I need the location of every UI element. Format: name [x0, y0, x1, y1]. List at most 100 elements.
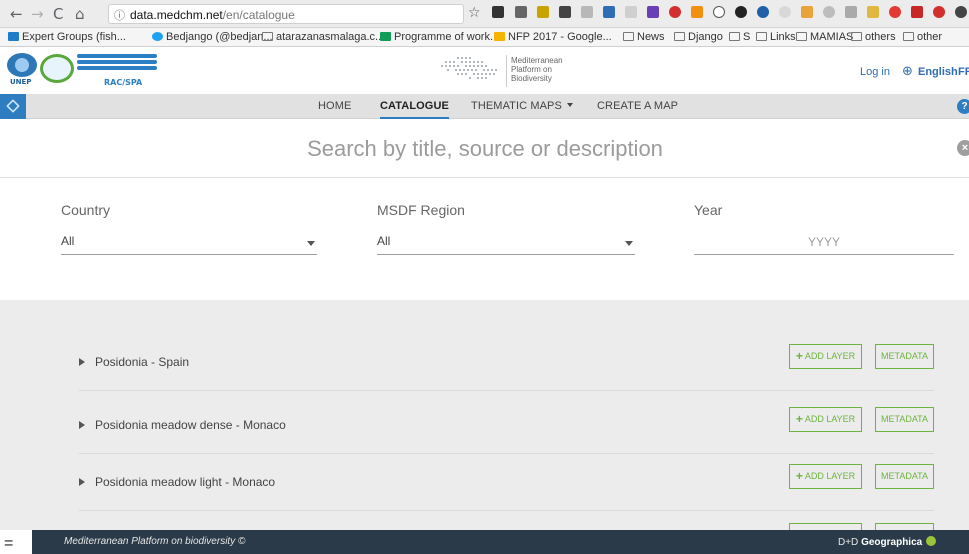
plus-icon: +	[795, 412, 803, 426]
extension-formula-icon[interactable]	[559, 6, 571, 18]
add-layer-button[interactable]: +ADD LAYER	[789, 523, 862, 530]
unep-logo-text: UNEP	[10, 78, 32, 86]
extension-icon[interactable]	[867, 6, 879, 18]
unep-logo[interactable]	[7, 53, 37, 77]
plus-icon: +	[795, 349, 803, 363]
reload-icon[interactable]: C	[53, 6, 63, 22]
clear-search-icon[interactable]: ×	[957, 140, 969, 156]
filters-panel: Country All MSDF Region All Year	[0, 179, 969, 300]
bookmark-folder[interactable]: News	[623, 31, 665, 43]
list-item[interactable]: Posidonia meadow light - Monaco + ADD LAY…	[79, 454, 934, 511]
msdf-region-label: MSDF Region	[377, 202, 465, 218]
extension-json-icon[interactable]	[515, 6, 527, 18]
extension-icon[interactable]	[713, 6, 725, 18]
metadata-button[interactable]: METADATA	[875, 464, 934, 489]
add-layer-button[interactable]: +ADD LAYER	[789, 407, 862, 432]
country-select[interactable]: All	[61, 231, 317, 255]
add-layer-button[interactable]: +ADD LAYER	[789, 464, 862, 489]
search-bar: ×	[0, 120, 969, 178]
bookmark-folder[interactable]: S	[729, 31, 750, 43]
extension-icon[interactable]	[625, 6, 637, 18]
nav-create-map[interactable]: CREATE A MAP	[597, 100, 678, 112]
bookmark-item[interactable]: NFP 2017 - Google...	[494, 31, 612, 43]
bookmark-item[interactable]: atarazanasmalaga.c...	[262, 31, 384, 43]
extension-icon[interactable]	[757, 6, 769, 18]
layers-button[interactable]	[0, 94, 26, 119]
bookmark-folder[interactable]: Django	[674, 31, 723, 43]
search-input[interactable]	[160, 134, 810, 164]
footer-brand-link[interactable]: D+D Geographica	[838, 536, 937, 548]
language-fr-link[interactable]: FR	[958, 66, 969, 78]
extension-icon[interactable]	[537, 6, 549, 18]
footer: Mediterranean Platform on biodiversity ©…	[32, 530, 969, 554]
twitter-icon	[152, 32, 163, 41]
country-select-value: All	[61, 234, 75, 248]
add-layer-button[interactable]: +ADD LAYER	[789, 344, 862, 369]
extension-icon[interactable]	[845, 6, 857, 18]
extension-icon[interactable]	[911, 6, 923, 18]
globe-icon: ⊕	[902, 64, 913, 79]
metadata-button[interactable]: METADATA	[875, 344, 934, 369]
bookmark-folder[interactable]: MAMIAS	[796, 31, 853, 43]
info-icon[interactable]: ⓘ	[114, 7, 125, 23]
bookmark-item[interactable]: Bedjango (@bedjan...	[152, 31, 273, 43]
nav-home[interactable]: HOME	[318, 100, 351, 112]
layer-title[interactable]: Posidonia - Spain	[95, 355, 189, 369]
bookmark-folder[interactable]: Links	[756, 31, 796, 43]
folder-icon	[729, 32, 740, 41]
extension-icon[interactable]	[933, 6, 945, 18]
extension-icon[interactable]	[603, 6, 615, 18]
help-button[interactable]: ?	[957, 99, 969, 114]
barcelona-convention-logo[interactable]	[40, 54, 74, 83]
platform-logo-text[interactable]: Mediterranean Platform on Biodiversity	[511, 56, 563, 83]
page-icon	[262, 32, 273, 41]
adblock-icon[interactable]	[669, 6, 681, 18]
bookmarks-bar: Expert Groups (fish... Bedjango (@bedjan…	[0, 28, 969, 47]
expand-arrow-icon[interactable]	[79, 358, 85, 366]
metadata-button[interactable]: METADATA	[875, 523, 934, 530]
list-item[interactable]: Posidonia meadow dense - Monaco + ADD LAY…	[79, 397, 934, 454]
plus-icon: +	[795, 469, 803, 483]
nav-thematic-maps[interactable]: THEMATIC MAPS	[471, 100, 573, 112]
nav-catalogue[interactable]: CATALOGUE	[380, 100, 449, 119]
extension-icon[interactable]	[823, 6, 835, 18]
drive-icon	[494, 32, 505, 41]
bookmark-star-icon[interactable]: ☆	[468, 5, 481, 21]
browser-toolbar: ← → C ⌂ ⓘ data.medchm.net/en/catalogue ☆	[0, 0, 969, 28]
extension-icon[interactable]	[955, 6, 967, 18]
expand-arrow-icon[interactable]	[79, 421, 85, 429]
bookmark-favicon-icon	[8, 32, 19, 41]
metadata-button[interactable]: METADATA	[875, 407, 934, 432]
msdf-region-select[interactable]: All	[377, 231, 635, 255]
layer-title[interactable]: Posidonia meadow dense - Monaco	[95, 418, 286, 432]
folder-icon	[674, 32, 685, 41]
home-icon[interactable]: ⌂	[75, 6, 85, 22]
extension-icon[interactable]	[581, 6, 593, 18]
extension-gear-icon[interactable]	[492, 6, 504, 18]
address-bar[interactable]: ⓘ data.medchm.net/en/catalogue	[108, 4, 464, 24]
forward-icon[interactable]: →	[31, 6, 44, 22]
login-link[interactable]: Log in	[860, 66, 890, 78]
bookmark-folder[interactable]: others	[851, 31, 896, 43]
back-icon[interactable]: ←	[10, 6, 23, 22]
platform-logo-map-icon[interactable]	[439, 57, 501, 81]
footer-copyright: Mediterranean Platform on biodiversity ©	[64, 536, 246, 547]
extension-icon[interactable]	[779, 6, 791, 18]
rss-icon[interactable]	[691, 6, 703, 18]
extension-icon[interactable]	[801, 6, 813, 18]
extension-icon[interactable]	[647, 6, 659, 18]
bookmark-item[interactable]: Programme of work...	[380, 31, 499, 43]
list-item[interactable]: Posidonia - Spain + ADD LAYER METADATA	[79, 334, 934, 391]
folder-icon	[796, 32, 807, 41]
expand-arrow-icon[interactable]	[79, 478, 85, 486]
year-input[interactable]	[694, 229, 954, 255]
bookmark-folder[interactable]: other	[903, 31, 942, 43]
extension-icon[interactable]	[735, 6, 747, 18]
opera-icon[interactable]	[889, 6, 901, 18]
year-label: Year	[694, 202, 723, 218]
bookmark-item[interactable]: Expert Groups (fish...	[8, 31, 126, 43]
layer-title[interactable]: Posidonia meadow light - Monaco	[95, 475, 275, 489]
rac-spa-logo[interactable]	[77, 54, 157, 76]
language-english-link[interactable]: English	[918, 66, 958, 78]
list-item[interactable]: +ADD LAYER METADATA	[79, 511, 934, 530]
